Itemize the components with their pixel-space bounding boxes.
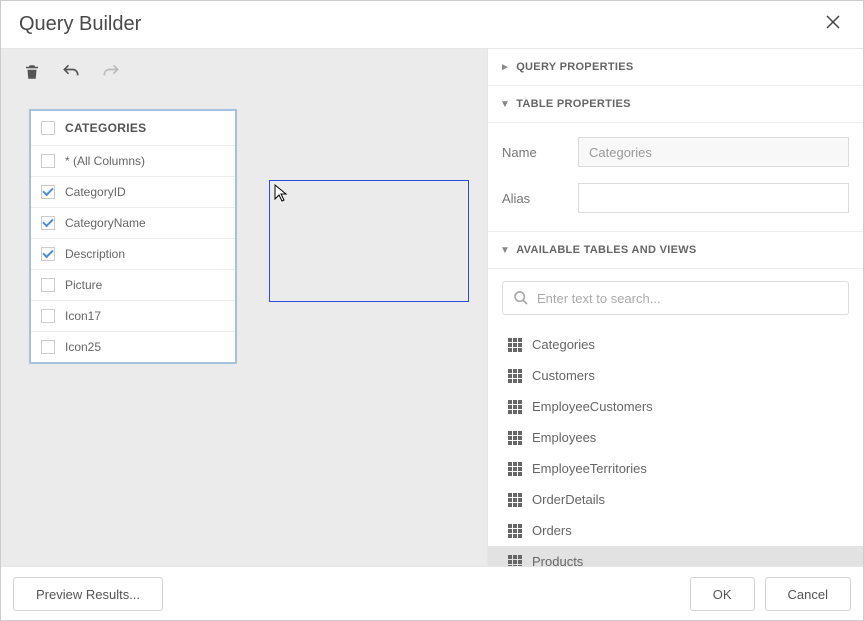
available-table-item[interactable]: Categories (488, 329, 863, 360)
table-panel-categories[interactable]: CATEGORIES * (All Columns) CategoryID Cate… (29, 109, 237, 364)
available-table-item[interactable]: Customers (488, 360, 863, 391)
ok-button[interactable]: OK (690, 577, 755, 611)
table-panel-title: CATEGORIES (65, 121, 146, 135)
table-label: EmployeeTerritories (532, 461, 647, 476)
table-alias-row: Alias (488, 175, 863, 221)
column-row[interactable]: CategoryName (31, 208, 235, 239)
column-checkbox[interactable] (41, 278, 55, 292)
column-label: Icon25 (65, 340, 101, 354)
table-panel-header[interactable]: CATEGORIES (31, 111, 235, 146)
column-checkbox[interactable] (41, 247, 55, 261)
available-table-item[interactable]: EmployeeCustomers (488, 391, 863, 422)
available-table-item[interactable]: Products (488, 546, 863, 566)
section-table-properties[interactable]: ▼ TABLE PROPERTIES (488, 86, 863, 123)
available-table-item[interactable]: OrderDetails (488, 484, 863, 515)
table-label: Orders (532, 523, 572, 538)
canvas-toolbar (1, 49, 487, 95)
drop-target-outline (269, 180, 469, 302)
available-tables-list[interactable]: Categories Customers EmployeeCustomers Empl… (488, 323, 863, 566)
table-icon (508, 524, 522, 538)
delete-button[interactable] (23, 63, 41, 81)
caret-down-icon: ▼ (500, 245, 510, 256)
window-title: Query Builder (19, 13, 141, 36)
column-label: Description (65, 247, 125, 261)
name-label: Name (502, 145, 578, 160)
titlebar: Query Builder (1, 1, 863, 49)
column-label: * (All Columns) (65, 154, 145, 168)
column-checkbox[interactable] (41, 309, 55, 323)
table-icon (508, 493, 522, 507)
alias-label: Alias (502, 191, 578, 206)
column-label: Icon17 (65, 309, 101, 323)
column-label: CategoryID (65, 185, 126, 199)
table-label: Customers (532, 368, 595, 383)
properties-sidebar: ► QUERY PROPERTIES ▼ TABLE PROPERTIES Na… (488, 49, 863, 566)
table-icon (508, 431, 522, 445)
search-input[interactable] (537, 291, 838, 306)
caret-right-icon: ► (500, 62, 510, 73)
table-icon (508, 555, 522, 567)
redo-icon (101, 62, 121, 82)
close-icon (825, 14, 841, 30)
table-name-input[interactable] (578, 137, 849, 167)
column-checkbox[interactable] (41, 154, 55, 168)
column-row[interactable]: * (All Columns) (31, 146, 235, 177)
section-title: QUERY PROPERTIES (516, 61, 633, 73)
search-row (488, 269, 863, 323)
column-checkbox[interactable] (41, 340, 55, 354)
workspace: CATEGORIES * (All Columns) CategoryID Cate… (1, 49, 863, 566)
search-icon (513, 290, 529, 306)
search-box[interactable] (502, 281, 849, 315)
caret-down-icon: ▼ (500, 99, 510, 110)
preview-results-button[interactable]: Preview Results... (13, 577, 163, 611)
column-label: Picture (65, 278, 102, 292)
table-icon (508, 369, 522, 383)
column-label: CategoryName (65, 216, 146, 230)
section-query-properties[interactable]: ► QUERY PROPERTIES (488, 49, 863, 86)
column-checkbox[interactable] (41, 216, 55, 230)
column-row[interactable]: Description (31, 239, 235, 270)
available-table-item[interactable]: Orders (488, 515, 863, 546)
table-label: Categories (532, 337, 595, 352)
table-name-row: Name (488, 129, 863, 175)
table-icon (508, 462, 522, 476)
table-label: OrderDetails (532, 492, 605, 507)
section-available-tables[interactable]: ▼ AVAILABLE TABLES AND VIEWS (488, 232, 863, 269)
section-title: TABLE PROPERTIES (516, 98, 631, 110)
available-table-item[interactable]: Employees (488, 422, 863, 453)
table-properties-body: Name Alias (488, 123, 863, 232)
redo-button[interactable] (101, 62, 121, 82)
table-alias-input[interactable] (578, 183, 849, 213)
undo-button[interactable] (61, 62, 81, 82)
table-label: Products (532, 554, 583, 566)
table-label: EmployeeCustomers (532, 399, 653, 414)
dialog-footer: Preview Results... OK Cancel (1, 566, 863, 621)
close-button[interactable] (821, 9, 845, 40)
available-table-item[interactable]: EmployeeTerritories (488, 453, 863, 484)
trash-icon (23, 63, 41, 81)
column-row[interactable]: Picture (31, 270, 235, 301)
column-row[interactable]: CategoryID (31, 177, 235, 208)
table-icon (508, 338, 522, 352)
column-row[interactable]: Icon17 (31, 301, 235, 332)
table-label: Employees (532, 430, 596, 445)
cancel-button[interactable]: Cancel (765, 577, 851, 611)
section-title: AVAILABLE TABLES AND VIEWS (516, 244, 696, 256)
canvas-area[interactable]: CATEGORIES * (All Columns) CategoryID Cate… (1, 49, 488, 566)
undo-icon (61, 62, 81, 82)
column-row[interactable]: Icon25 (31, 332, 235, 362)
table-icon (508, 400, 522, 414)
column-checkbox[interactable] (41, 185, 55, 199)
select-all-checkbox[interactable] (41, 121, 55, 135)
